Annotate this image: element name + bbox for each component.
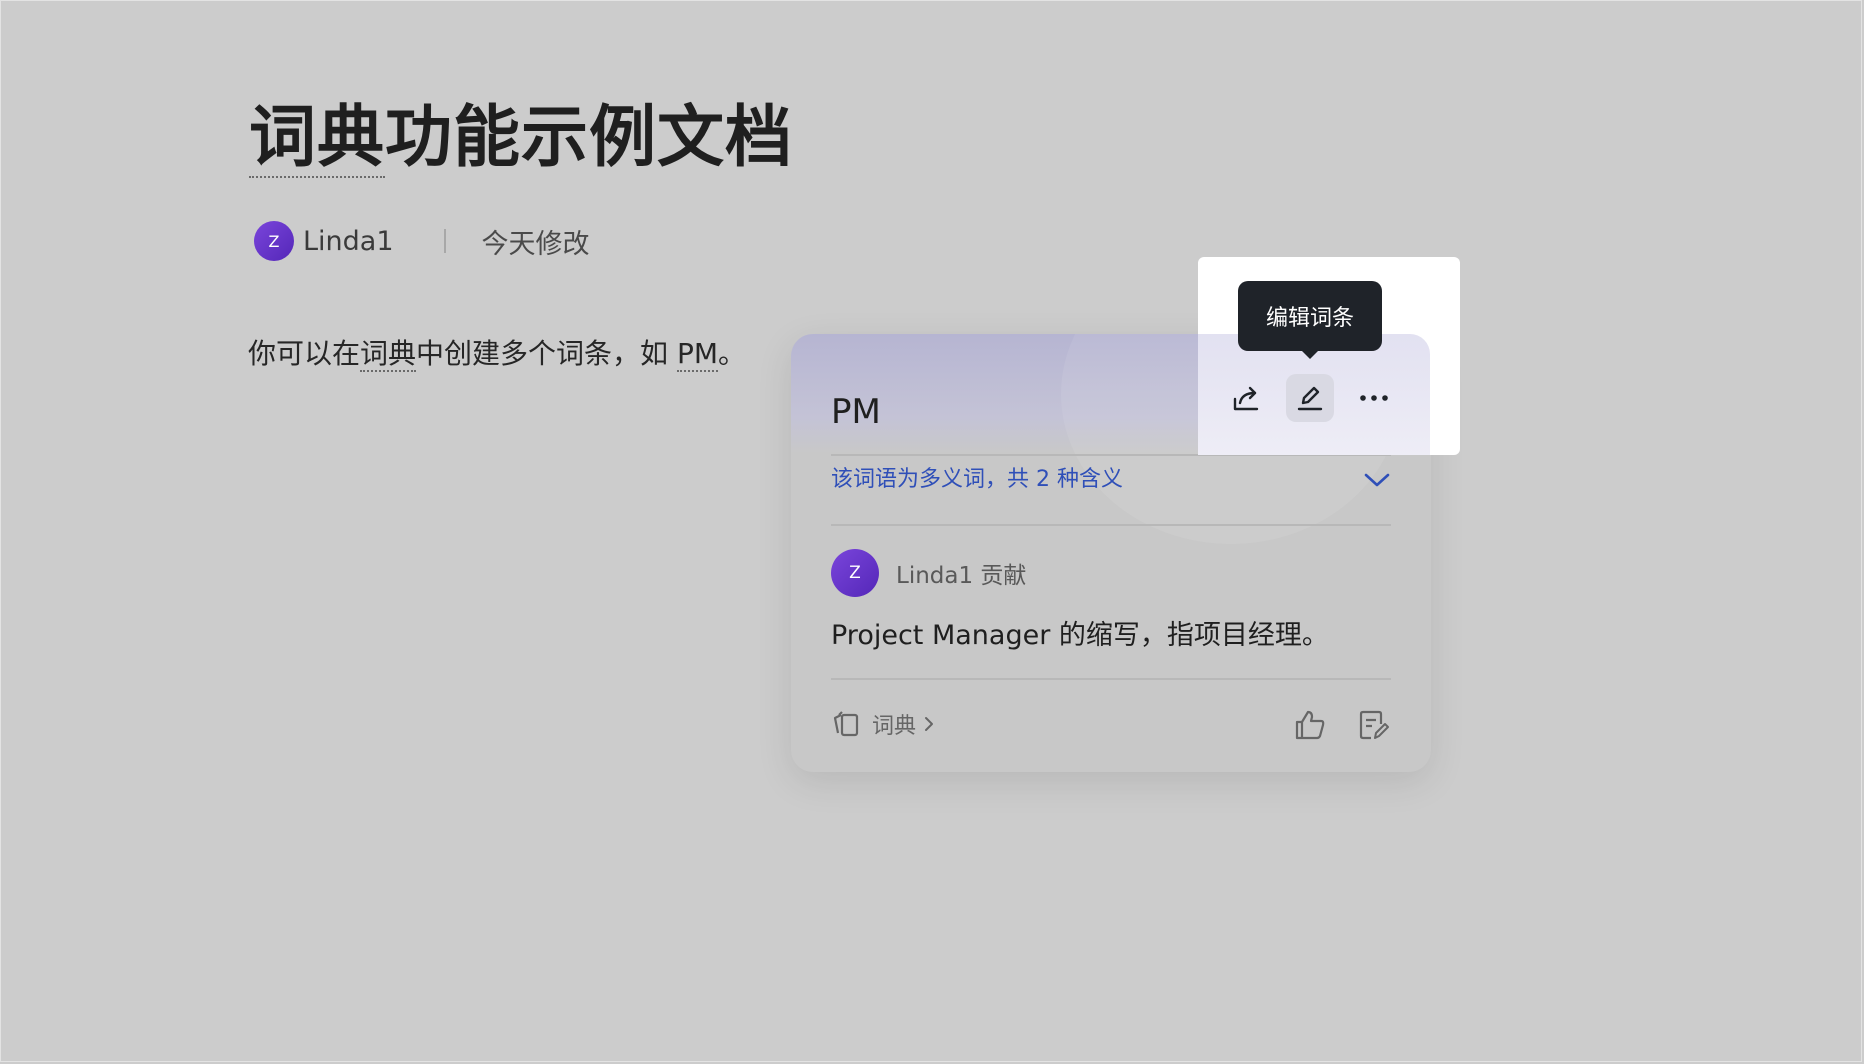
- author-name[interactable]: Linda1: [303, 226, 394, 257]
- share-icon: [1233, 386, 1259, 411]
- contributor-label: Linda1 贡献: [896, 563, 1027, 589]
- thumbs-up-icon[interactable]: [1293, 708, 1327, 742]
- contributor-row: Z Linda1 贡献: [831, 549, 1026, 597]
- footer-divider: [831, 678, 1391, 680]
- document-paragraph: 你可以在词典中创建多个词条，如 PM。: [248, 334, 746, 374]
- paragraph-text-1: 你可以在: [248, 337, 361, 370]
- dictionary-link[interactable]: 词典: [831, 708, 936, 740]
- term-definition: Project Manager 的缩写，指项目经理。: [831, 620, 1329, 651]
- dictionary-icon: [833, 711, 859, 737]
- paragraph-text-2: 中创建多个词条，如: [416, 337, 677, 370]
- term-title: PM: [831, 392, 881, 432]
- contributor-avatar[interactable]: Z: [831, 549, 879, 597]
- more-icon: [1360, 395, 1388, 401]
- paragraph-text-3: 。: [717, 337, 746, 370]
- dictionary-term-link[interactable]: 词典: [360, 337, 417, 372]
- edit-term-tooltip: 编辑词条: [1238, 281, 1382, 351]
- polysemy-divider: [831, 524, 1391, 526]
- document-title: 词典功能示例文档: [249, 92, 793, 182]
- more-button[interactable]: [1350, 374, 1398, 422]
- chevron-down-icon[interactable]: [1363, 469, 1391, 491]
- title-rest: 功能示例文档: [385, 98, 793, 176]
- polysemy-toggle[interactable]: 该词语为多义词，共 2 种含义: [831, 464, 1123, 496]
- modified-time: 今天修改: [481, 228, 590, 260]
- document-meta: Z Linda1 今天修改: [254, 220, 590, 262]
- edit-icon: [1297, 386, 1323, 411]
- edit-term-button[interactable]: [1286, 374, 1334, 422]
- note-icon[interactable]: [1357, 708, 1391, 742]
- pm-term-link[interactable]: PM: [676, 337, 718, 372]
- dictionary-link-label: 词典: [872, 714, 917, 739]
- title-dictionary-term[interactable]: 词典: [249, 98, 385, 178]
- share-button[interactable]: [1222, 374, 1270, 422]
- meta-separator: [443, 229, 446, 253]
- tooltip-arrow: [1300, 349, 1320, 359]
- chevron-right-icon: [925, 717, 934, 731]
- author-avatar[interactable]: Z: [254, 221, 294, 261]
